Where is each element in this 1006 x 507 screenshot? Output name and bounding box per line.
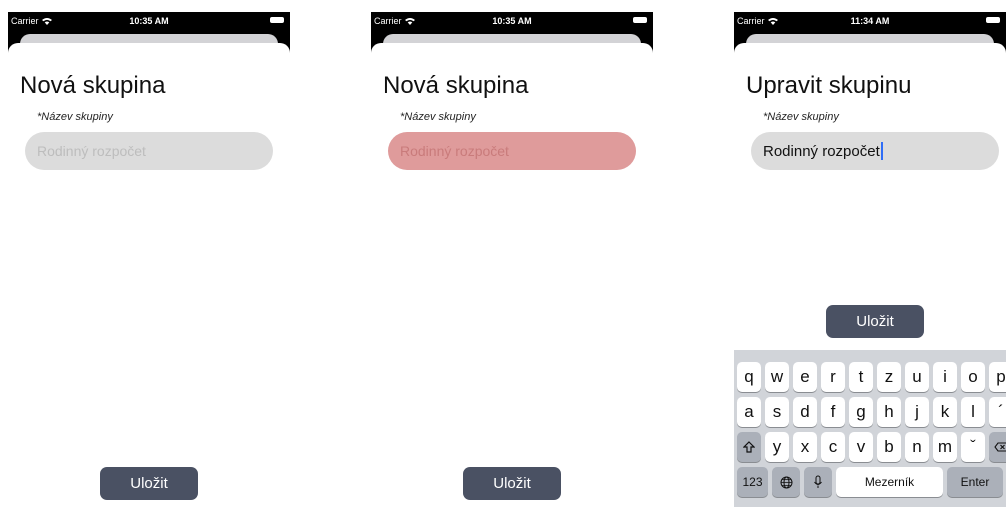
key[interactable]: k	[933, 397, 957, 427]
page-title: Upravit skupinu	[746, 72, 912, 99]
microphone-key[interactable]	[804, 467, 832, 497]
screenshot-comparison: Carrier 10:35 AM Nová skupina *Název sku…	[0, 0, 1006, 507]
key[interactable]: x	[793, 432, 817, 462]
microphone-icon	[814, 475, 822, 488]
key[interactable]: d	[793, 397, 817, 427]
backspace-key[interactable]	[989, 432, 1006, 462]
key[interactable]: b	[877, 432, 901, 462]
key[interactable]: ´	[989, 397, 1006, 427]
keyboard: q w e r t z u i o p a s d f g h j k l ´ …	[734, 350, 1006, 507]
key[interactable]: w	[765, 362, 789, 392]
battery-icon	[270, 17, 284, 23]
key[interactable]: z	[877, 362, 901, 392]
group-name-label: *Název skupiny	[400, 111, 476, 123]
save-button[interactable]: Uložit	[463, 467, 561, 500]
group-name-input[interactable]	[25, 132, 273, 170]
key[interactable]: h	[877, 397, 901, 427]
group-name-input[interactable]: Rodinný rozpočet	[751, 132, 999, 170]
phone-screen-edit-group: Carrier 11:34 AM Upravit skupinu *Název …	[734, 12, 1006, 507]
enter-key[interactable]: Enter	[947, 467, 1003, 497]
key[interactable]: i	[933, 362, 957, 392]
status-time: 10:35 AM	[492, 16, 532, 26]
key[interactable]: c	[821, 432, 845, 462]
key[interactable]: u	[905, 362, 929, 392]
key[interactable]: y	[765, 432, 789, 462]
group-name-label: *Název skupiny	[763, 111, 839, 123]
save-button[interactable]: Uložit	[826, 305, 924, 338]
group-name-input-error[interactable]	[388, 132, 636, 170]
group-name-label: *Název skupiny	[37, 111, 113, 123]
key[interactable]: s	[765, 397, 789, 427]
key[interactable]: ˇ	[961, 432, 985, 462]
key[interactable]: o	[961, 362, 985, 392]
key[interactable]: e	[793, 362, 817, 392]
status-bar: Carrier 10:35 AM	[371, 12, 653, 32]
key[interactable]: g	[849, 397, 873, 427]
globe-icon	[780, 476, 792, 488]
group-name-value: Rodinný rozpočet	[763, 142, 880, 160]
shift-icon	[743, 441, 755, 453]
status-time: 10:35 AM	[129, 16, 169, 26]
page-title: Nová skupina	[20, 72, 166, 99]
modal-sheet: Nová skupina *Název skupiny Uložit	[8, 43, 290, 507]
battery-icon	[986, 17, 1000, 23]
key[interactable]: a	[737, 397, 761, 427]
text-caret	[880, 142, 883, 160]
page-title: Nová skupina	[383, 72, 529, 99]
numbers-key[interactable]: 123	[737, 467, 768, 497]
key[interactable]: t	[849, 362, 873, 392]
status-bar: Carrier 11:34 AM	[734, 12, 1006, 32]
modal-sheet: Nová skupina *Název skupiny Uložit	[371, 43, 653, 507]
key[interactable]: m	[933, 432, 957, 462]
phone-screen-new-group-error: Carrier 10:35 AM Nová skupina *Název sku…	[371, 12, 653, 507]
status-time: 11:34 AM	[850, 16, 890, 26]
key[interactable]: n	[905, 432, 929, 462]
key[interactable]: p	[989, 362, 1006, 392]
key[interactable]: r	[821, 362, 845, 392]
key[interactable]: f	[821, 397, 845, 427]
key[interactable]: v	[849, 432, 873, 462]
save-button[interactable]: Uložit	[100, 467, 198, 500]
phone-screen-new-group: Carrier 10:35 AM Nová skupina *Název sku…	[8, 12, 290, 507]
globe-key[interactable]	[772, 467, 800, 497]
shift-key[interactable]	[737, 432, 761, 462]
key[interactable]: l	[961, 397, 985, 427]
key[interactable]: j	[905, 397, 929, 427]
space-key[interactable]: Mezerník	[836, 467, 943, 497]
key[interactable]: q	[737, 362, 761, 392]
status-bar: Carrier 10:35 AM	[8, 12, 290, 32]
backspace-icon	[994, 442, 1006, 452]
battery-icon	[633, 17, 647, 23]
